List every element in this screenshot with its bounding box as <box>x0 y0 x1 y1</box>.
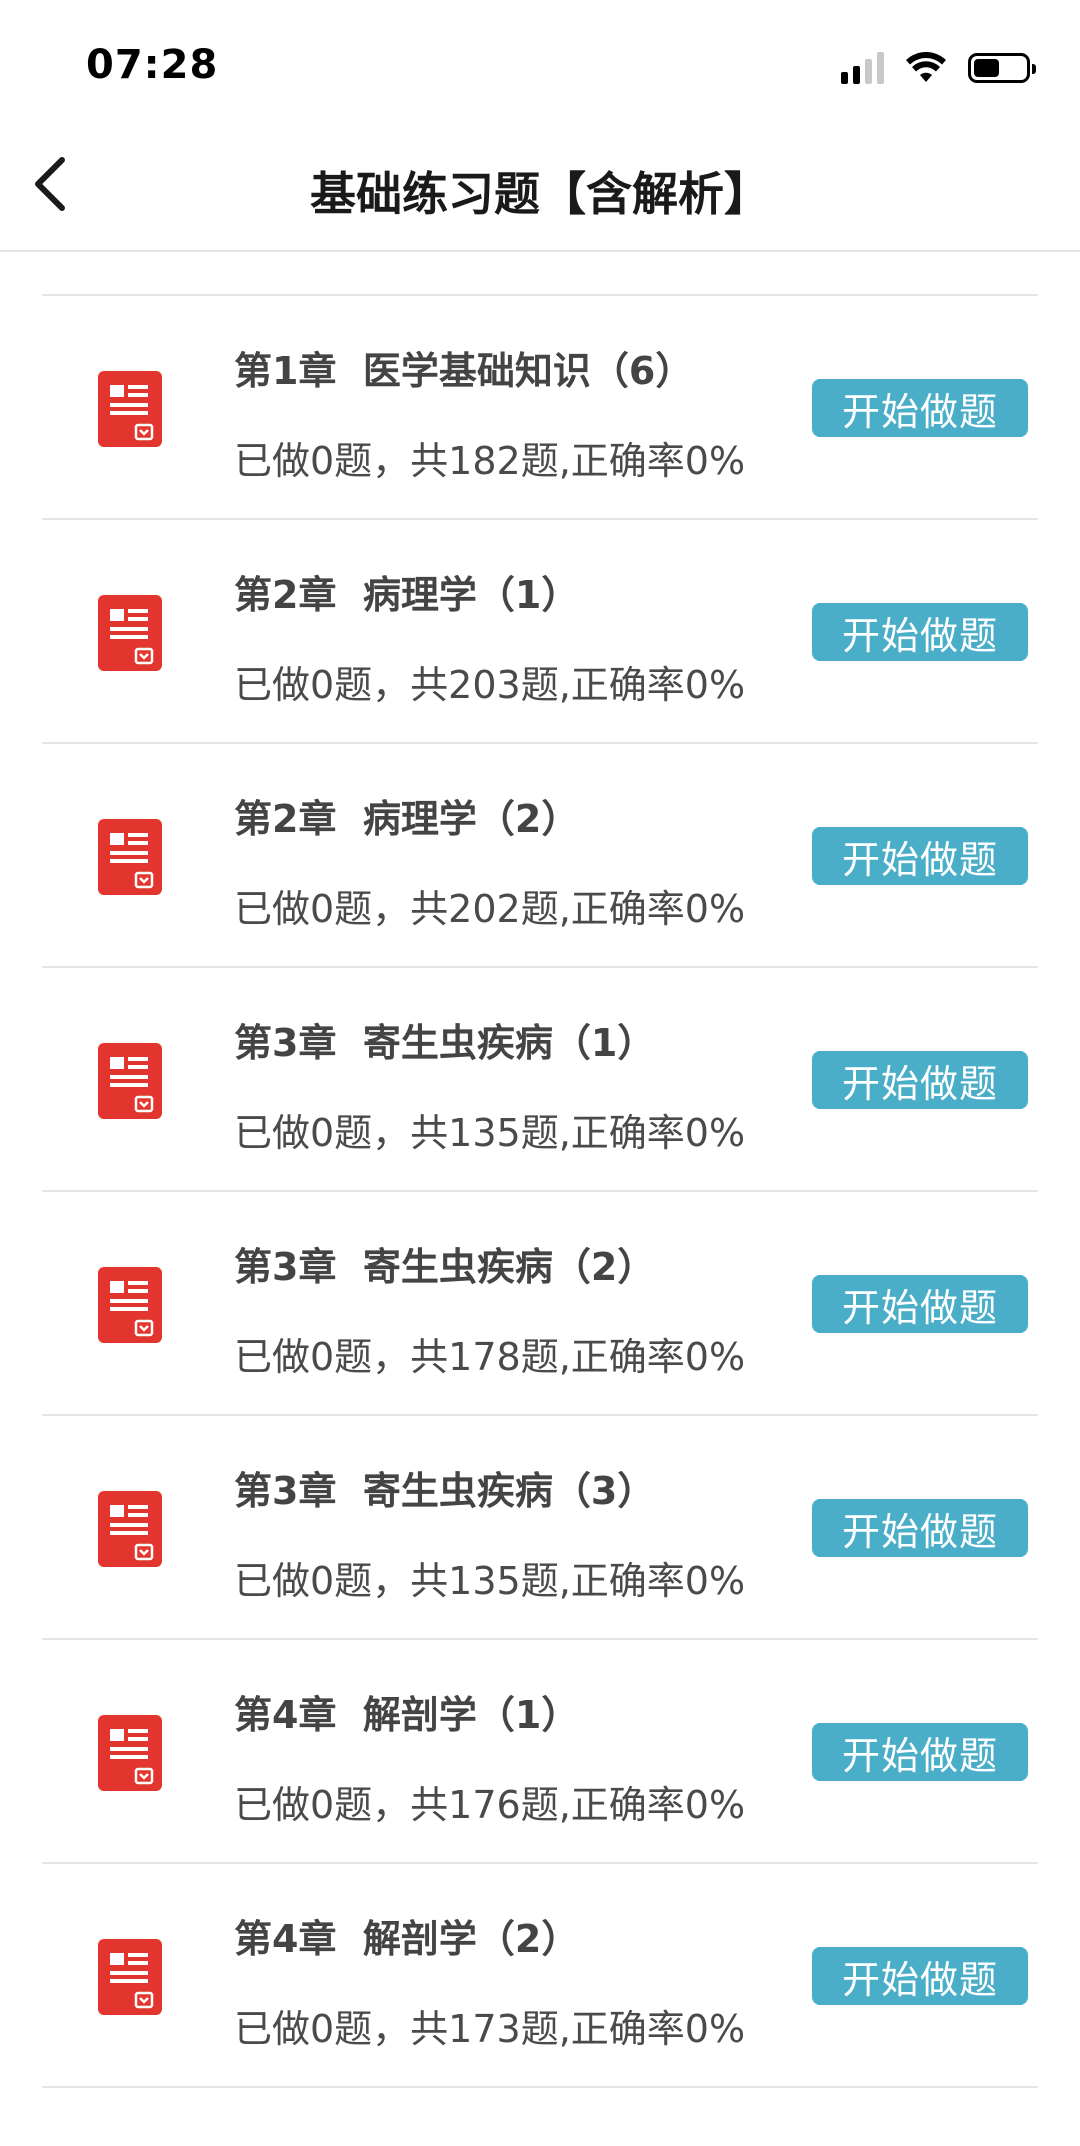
list-item[interactable]: 第2章 病理学（1） 已做0题，共203题,正确率0% 开始做题 <box>42 520 1038 744</box>
chapter-title: 第4章 解剖学（2） <box>234 1917 580 1961</box>
status-bar: 07:28 <box>0 0 1080 120</box>
start-quiz-button[interactable]: 开始做题 <box>812 1051 1028 1109</box>
progress-stats: 已做0题，共135题,正确率0% <box>234 1111 746 1155</box>
start-quiz-button[interactable]: 开始做题 <box>812 1723 1028 1781</box>
progress-stats: 已做0题，共203题,正确率0% <box>234 663 746 707</box>
chapter-title: 第3章 寄生虫疾病（3） <box>234 1469 656 1513</box>
status-time: 07:28 <box>86 42 219 88</box>
progress-stats: 已做0题，共173题,正确率0% <box>234 2007 746 2051</box>
page-title: 基础练习题【含解析】 <box>310 167 770 221</box>
chapter-title: 第3章 寄生虫疾病（2） <box>234 1245 656 1289</box>
list-item[interactable]: 第3章 寄生虫疾病（3） 已做0题，共135题,正确率0% 开始做题 <box>42 1416 1038 1640</box>
start-quiz-button[interactable]: 开始做题 <box>812 827 1028 885</box>
progress-stats: 已做0题，共176题,正确率0% <box>234 1783 746 1827</box>
list-item[interactable]: 第3章 寄生虫疾病（1） 已做0题，共135题,正确率0% 开始做题 <box>42 968 1038 1192</box>
progress-stats: 已做0题，共182题,正确率0% <box>234 439 746 483</box>
start-quiz-button[interactable]: 开始做题 <box>812 603 1028 661</box>
cellular-signal-icon <box>841 52 884 84</box>
exam-sheet-icon <box>98 595 162 671</box>
exam-sheet-icon <box>98 1491 162 1567</box>
chapter-title: 第1章 医学基础知识（6） <box>234 349 694 393</box>
progress-stats: 已做0题，共202题,正确率0% <box>234 887 746 931</box>
list-item[interactable]: 第4章 解剖学（1） 已做0题，共176题,正确率0% 开始做题 <box>42 1640 1038 1864</box>
list-item[interactable]: 第2章 病理学（2） 已做0题，共202题,正确率0% 开始做题 <box>42 744 1038 968</box>
nav-bar: 基础练习题【含解析】 <box>0 120 1080 252</box>
progress-stats: 已做0题，共135题,正确率0% <box>234 1559 746 1603</box>
exam-sheet-icon <box>98 371 162 447</box>
exam-sheet-icon <box>98 1267 162 1343</box>
progress-stats: 已做0题，共178题,正确率0% <box>234 1335 746 1379</box>
chapter-title: 第3章 寄生虫疾病（1） <box>234 1021 656 1065</box>
exam-sheet-icon <box>98 1939 162 2015</box>
exam-sheet-icon <box>98 819 162 895</box>
start-quiz-button[interactable]: 开始做题 <box>812 1275 1028 1333</box>
chapter-title: 第4章 解剖学（1） <box>234 1693 580 1737</box>
exam-sheet-icon <box>98 1715 162 1791</box>
list-item[interactable]: 第3章 寄生虫疾病（2） 已做0题，共178题,正确率0% 开始做题 <box>42 1192 1038 1416</box>
battery-icon <box>968 53 1036 83</box>
list-item[interactable]: 第4章 解剖学（2） 已做0题，共173题,正确率0% 开始做题 <box>42 1864 1038 2088</box>
start-quiz-button[interactable]: 开始做题 <box>812 1499 1028 1557</box>
chapter-title: 第2章 病理学（2） <box>234 797 580 841</box>
list-item[interactable]: 第1章 医学基础知识（6） 已做0题，共182题,正确率0% 开始做题 <box>42 296 1038 520</box>
exercise-list: 第1章 医学基础知识（6） 已做0题，共182题,正确率0% 开始做题 第2章 … <box>42 252 1038 2088</box>
exam-sheet-icon <box>98 1043 162 1119</box>
wifi-icon <box>906 52 946 82</box>
status-icons <box>841 48 1036 88</box>
start-quiz-button[interactable]: 开始做题 <box>812 1947 1028 2005</box>
start-quiz-button[interactable]: 开始做题 <box>812 379 1028 437</box>
chapter-title: 第2章 病理学（1） <box>234 573 580 617</box>
